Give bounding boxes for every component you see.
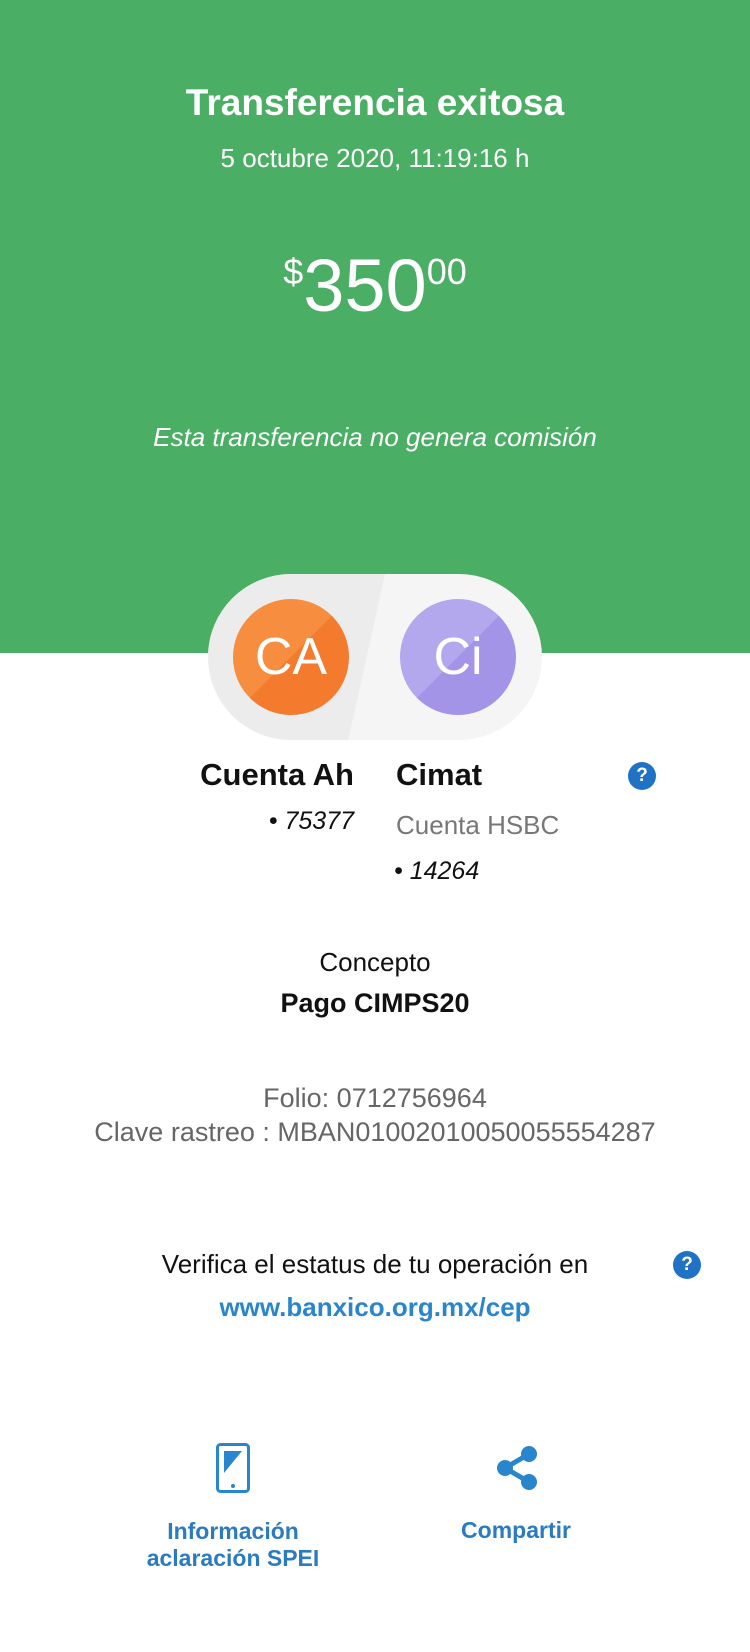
destination-name: Cimat <box>396 757 483 792</box>
spei-info-line1: Información <box>167 1518 299 1544</box>
verify-text: Verifica el estatus de tu operación en <box>161 1249 589 1279</box>
folio: Folio: 0712756964 <box>263 1083 487 1113</box>
share-button[interactable]: Compartir <box>436 1440 596 1550</box>
tracking-key: Clave rastreo : MBAN01002010050055554287 <box>94 1117 656 1147</box>
origin-account: • 75377 <box>268 807 354 835</box>
commission-note: Esta transferencia no genera comisión <box>153 422 597 452</box>
verify-help-icon[interactable]: ? <box>673 1251 701 1279</box>
page-title: Transferencia exitosa <box>185 82 565 123</box>
destination-avatar: Ci <box>400 599 516 715</box>
spei-info-button[interactable]: Información aclaración SPEI <box>133 1440 333 1580</box>
currency-symbol: $ <box>283 251 304 292</box>
transfer-datetime: 5 octubre 2020, 11:19:16 h <box>220 143 530 173</box>
origin-name: Cuenta Ah <box>200 757 354 792</box>
amount-cents: 00 <box>426 251 467 292</box>
destination-bank: Cuenta HSBC <box>396 810 560 840</box>
amount-integer: 350 <box>303 244 427 327</box>
transfer-amount: $35000 <box>0 244 750 328</box>
banxico-link[interactable]: www.banxico.org.mx/cep <box>0 1292 750 1323</box>
concept-label: Concepto <box>319 947 431 977</box>
tablet-icon <box>216 1443 250 1493</box>
share-label: Compartir <box>461 1517 571 1543</box>
origin-avatar: CA <box>233 599 349 715</box>
concept-value: Pago CIMPS20 <box>280 988 470 1018</box>
help-icon[interactable]: ? <box>628 762 656 790</box>
share-icon <box>497 1446 537 1490</box>
destination-account: • 14264 <box>394 857 480 885</box>
spei-info-line2: aclaración SPEI <box>146 1545 320 1571</box>
